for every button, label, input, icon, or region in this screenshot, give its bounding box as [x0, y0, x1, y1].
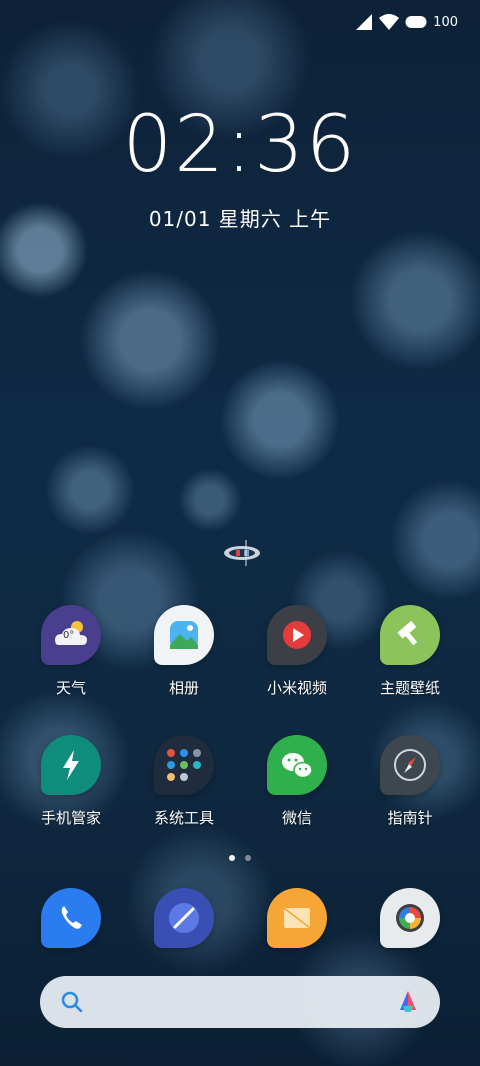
- phone-icon: [41, 888, 101, 948]
- boat-wallpaper-detail: [224, 540, 260, 566]
- status-bar: 100: [355, 10, 458, 34]
- wechat-icon: [267, 735, 327, 795]
- dock-browser[interactable]: [134, 888, 234, 948]
- clock-date[interactable]: 01/01 星期六 上午: [0, 203, 480, 232]
- themes-icon: [380, 605, 440, 665]
- search-bar[interactable]: [40, 976, 440, 1028]
- messages-icon: [267, 888, 327, 948]
- app-video[interactable]: 小米视频: [247, 605, 347, 698]
- browser-icon: [154, 888, 214, 948]
- app-themes[interactable]: 主题壁纸: [360, 605, 460, 698]
- battery-icon: [405, 16, 427, 28]
- gallery-icon: [154, 605, 214, 665]
- dock-phone[interactable]: [21, 888, 121, 948]
- assistant-icon[interactable]: [394, 988, 422, 1016]
- app-security[interactable]: 手机管家: [21, 735, 121, 828]
- dock-messages[interactable]: [247, 888, 347, 948]
- folder-icon: [154, 735, 214, 795]
- page-dot-1[interactable]: [229, 855, 235, 861]
- app-weather[interactable]: 0° 天气: [21, 605, 121, 698]
- app-label: 相册: [168, 679, 199, 697]
- app-wechat[interactable]: 微信: [247, 735, 347, 828]
- security-icon: [41, 735, 101, 795]
- app-gallery[interactable]: 相册: [134, 605, 234, 698]
- app-label: 小米视频: [266, 679, 327, 697]
- weather-temperature: 0°: [63, 630, 75, 641]
- dock-camera[interactable]: [360, 888, 460, 948]
- page-dot-2[interactable]: [245, 855, 251, 861]
- video-icon: [267, 605, 327, 665]
- battery-level: 100: [433, 14, 458, 30]
- app-compass[interactable]: 指南针: [360, 735, 460, 828]
- app-label: 主题壁纸: [379, 679, 440, 697]
- app-label: 微信: [281, 809, 312, 827]
- page-indicator[interactable]: [0, 855, 480, 861]
- wifi-icon: [379, 14, 400, 30]
- app-label: 指南针: [387, 809, 433, 827]
- weather-icon: 0°: [41, 605, 101, 665]
- compass-icon: [380, 735, 440, 795]
- app-label: 天气: [55, 679, 86, 697]
- search-icon: [61, 991, 83, 1013]
- app-label: 手机管家: [40, 809, 101, 827]
- camera-icon: [380, 888, 440, 948]
- app-label: 系统工具: [153, 809, 214, 827]
- signal-icon: [356, 14, 373, 30]
- clock-time[interactable]: 02:36: [0, 106, 480, 184]
- app-folder-tools[interactable]: 系统工具: [134, 735, 234, 828]
